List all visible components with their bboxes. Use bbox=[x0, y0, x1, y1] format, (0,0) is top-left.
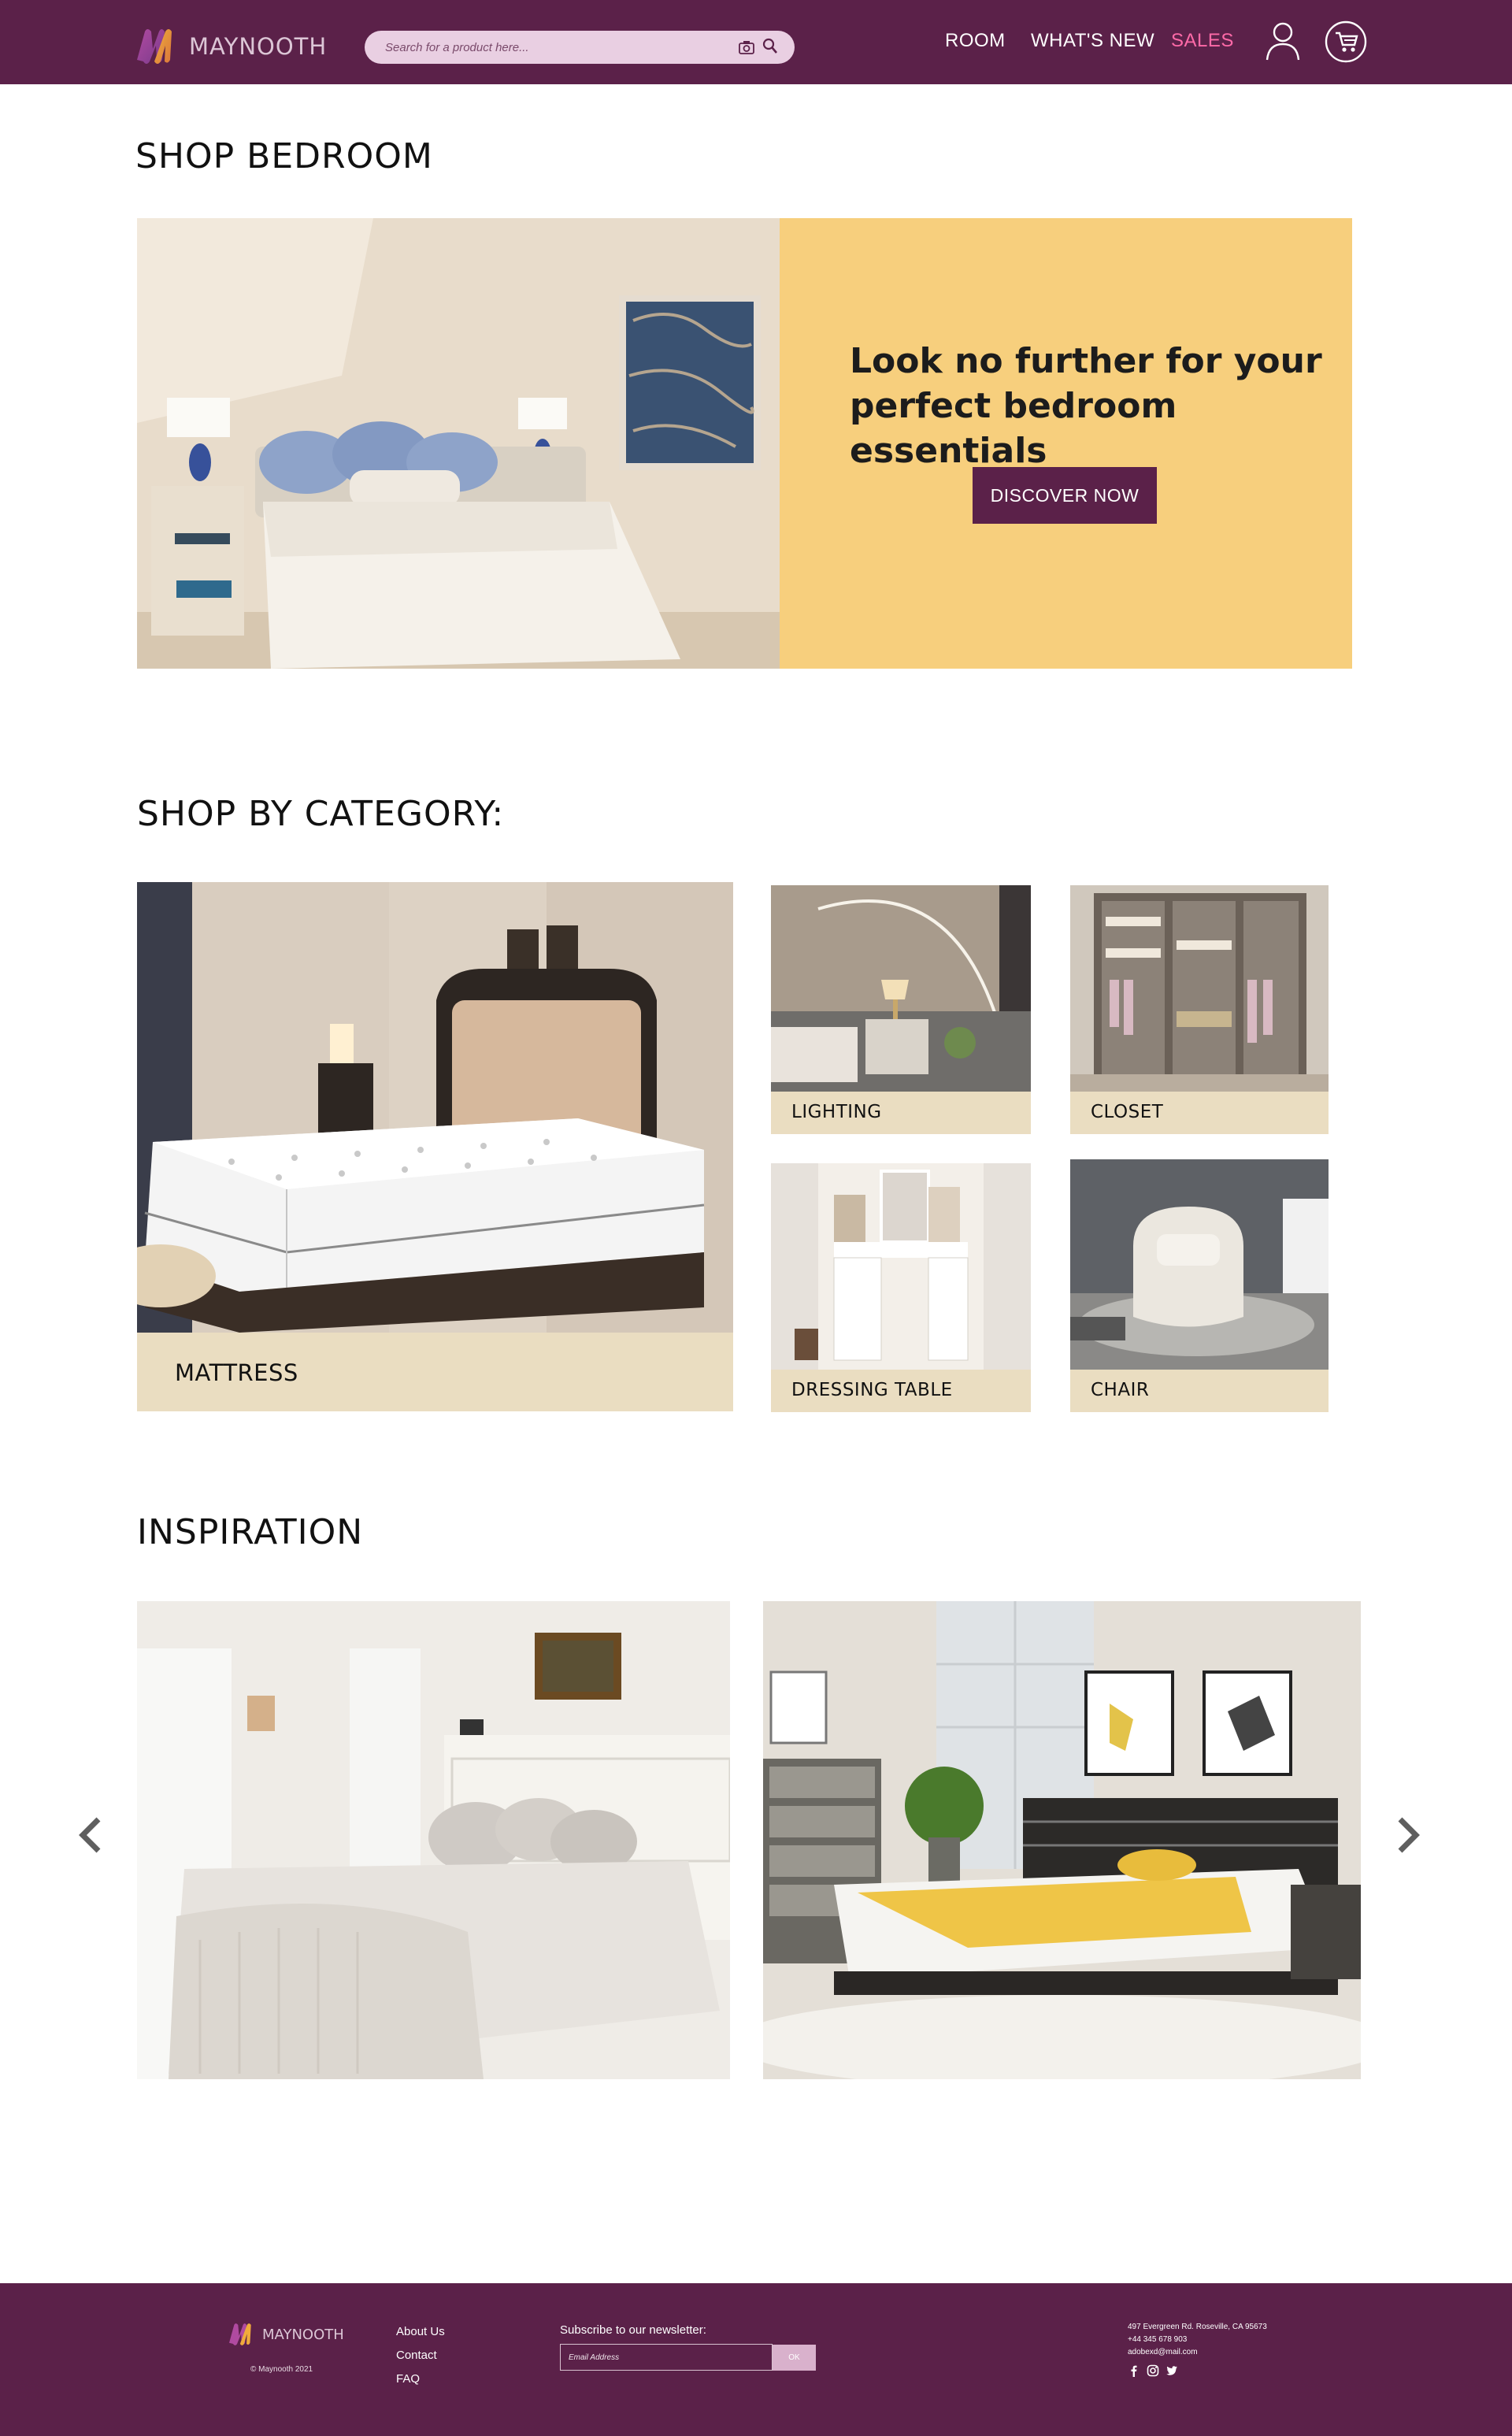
mattress-image bbox=[137, 882, 733, 1333]
search-icon[interactable] bbox=[762, 37, 779, 56]
category-card-closet[interactable]: CLOSET bbox=[1070, 885, 1329, 1134]
category-label-closet: CLOSET bbox=[1091, 1102, 1164, 1122]
category-card-dressing-table[interactable]: DRESSING TABLE bbox=[771, 1163, 1031, 1412]
newsletter-label: Subscribe to our newsletter: bbox=[560, 2323, 706, 2337]
nav-whats-new[interactable]: WHAT'S NEW bbox=[1031, 30, 1154, 52]
footer-logo-mark-icon bbox=[229, 2323, 251, 2345]
dressing-table-image bbox=[771, 1163, 1031, 1370]
footer-link-contact[interactable]: Contact bbox=[396, 2349, 445, 2372]
category-label-lighting: LIGHTING bbox=[791, 1102, 882, 1122]
inspiration-image-modern-bedroom[interactable] bbox=[763, 1601, 1361, 2079]
site-header: MAYNOOTH ROOM WHAT'S NEW SALES bbox=[0, 0, 1512, 84]
inspiration-title: INSPIRATION bbox=[137, 1512, 364, 1552]
instagram-icon[interactable] bbox=[1147, 2364, 1159, 2377]
site-logo[interactable]: MAYNOOTH bbox=[134, 25, 327, 68]
newsletter-email-input[interactable] bbox=[560, 2344, 773, 2371]
lighting-image bbox=[771, 885, 1031, 1092]
nav-sales[interactable]: SALES bbox=[1171, 30, 1234, 52]
logo-mark-icon bbox=[137, 29, 172, 64]
nav-room[interactable]: ROOM bbox=[945, 30, 1006, 52]
footer-logo[interactable]: MAYNOOTH bbox=[227, 2321, 344, 2348]
newsletter-ok-button[interactable]: OK bbox=[773, 2345, 816, 2371]
carousel-next-arrow-icon[interactable] bbox=[1394, 1815, 1422, 1856]
twitter-icon[interactable] bbox=[1166, 2364, 1178, 2377]
carousel-prev-arrow-icon[interactable] bbox=[76, 1815, 105, 1856]
logo-text: MAYNOOTH bbox=[189, 33, 328, 60]
category-card-mattress[interactable]: MATTRESS bbox=[137, 882, 733, 1411]
footer-copyright: © Maynooth 2021 bbox=[250, 2365, 313, 2374]
camera-icon[interactable] bbox=[738, 39, 755, 55]
inspiration-image-white-bedroom[interactable] bbox=[137, 1601, 730, 2079]
category-label-dressing-table: DRESSING TABLE bbox=[791, 1380, 953, 1400]
category-card-lighting[interactable]: LIGHTING bbox=[771, 885, 1031, 1134]
facebook-icon[interactable] bbox=[1128, 2364, 1140, 2377]
footer-links: About Us Contact FAQ bbox=[396, 2325, 445, 2396]
search-bar bbox=[365, 31, 795, 64]
footer-logo-text: MAYNOOTH bbox=[262, 2326, 344, 2343]
cart-icon[interactable] bbox=[1325, 20, 1367, 63]
shop-bedroom-title: SHOP BEDROOM bbox=[135, 136, 433, 176]
hero-promo-panel: Look no further for your perfect bedroom… bbox=[780, 218, 1352, 669]
category-card-chair[interactable]: CHAIR bbox=[1070, 1159, 1329, 1412]
footer-phone: +44 345 678 903 bbox=[1128, 2335, 1188, 2344]
footer-address: 497 Evergreen Rd. Roseville, CA 95673 bbox=[1128, 2323, 1267, 2331]
shop-by-category-title: SHOP BY CATEGORY: bbox=[137, 794, 505, 834]
footer-email: adobexd@mail.com bbox=[1128, 2348, 1198, 2356]
footer-social-links bbox=[1128, 2364, 1178, 2377]
site-footer: MAYNOOTH © Maynooth 2021 About Us Contac… bbox=[0, 2283, 1512, 2436]
category-label-chair: CHAIR bbox=[1091, 1380, 1150, 1400]
hero-heading: Look no further for your perfect bedroom… bbox=[850, 341, 1322, 471]
chair-image bbox=[1070, 1159, 1329, 1370]
closet-image bbox=[1070, 885, 1329, 1092]
footer-link-about-us[interactable]: About Us bbox=[396, 2325, 445, 2349]
discover-now-button[interactable]: DISCOVER NOW bbox=[973, 467, 1157, 524]
footer-contact-info: 497 Evergreen Rd. Roseville, CA 95673 +4… bbox=[1128, 2321, 1267, 2359]
footer-link-faq[interactable]: FAQ bbox=[396, 2372, 445, 2396]
hero-bedroom-image bbox=[137, 218, 780, 669]
search-input[interactable] bbox=[385, 31, 724, 64]
category-label-mattress: MATTRESS bbox=[175, 1359, 298, 1386]
user-account-icon[interactable] bbox=[1264, 20, 1302, 61]
